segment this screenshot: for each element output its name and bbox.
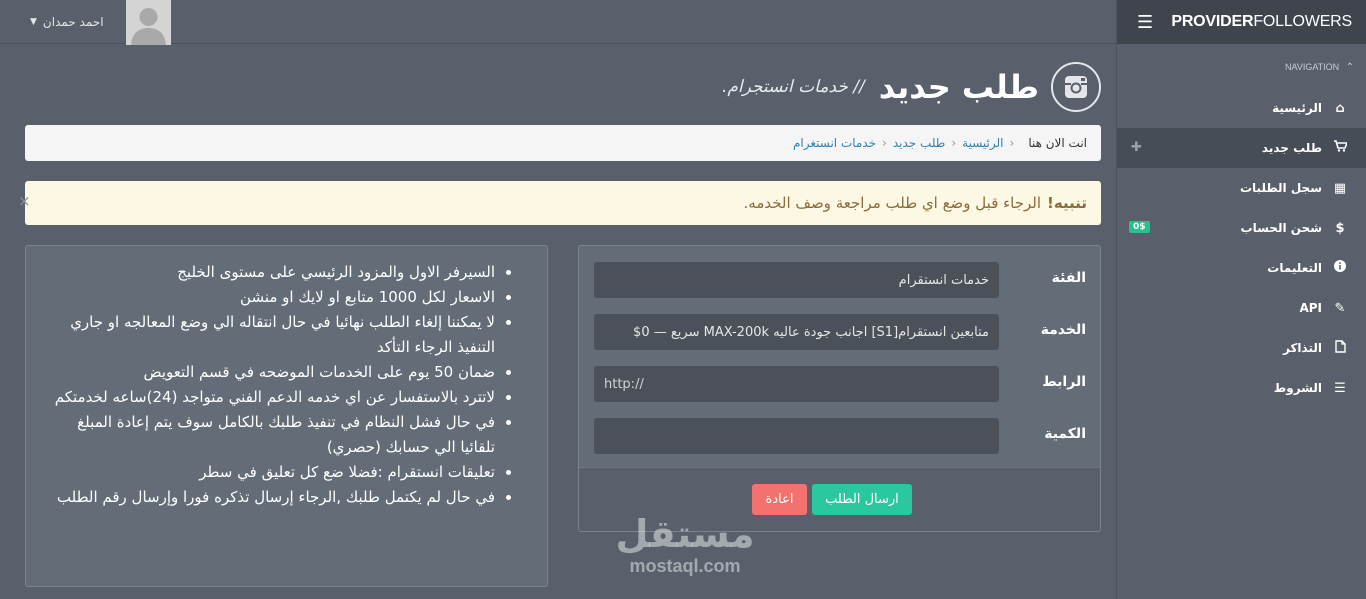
category-row: الفئة خدمات انستقرام [594, 262, 1086, 298]
quantity-label: الكمية [1044, 426, 1086, 442]
breadcrumb: انت الان هنا ‹ الرئيسية ‹ طلب جديد ‹ خدم… [25, 125, 1101, 161]
dollar-icon: $ [1335, 220, 1345, 236]
top-bar: ▼ احمد حمدان [0, 0, 1116, 45]
balance-badge: 0$ [1129, 221, 1150, 233]
sidebar-item-tickets[interactable]: التذاكر [1117, 328, 1366, 368]
info-icon [1332, 260, 1348, 276]
nav-section-title: NAVIGATION ⌃ [1285, 62, 1354, 73]
list-item: لاتترد بالاستفسار عن اي خدمه الدعم الفني… [46, 385, 495, 410]
sidebar-item-label: التذاكر [1282, 341, 1322, 355]
list-item: تعليقات انستقرام :فضلا ضع كل تعليق في سط… [46, 460, 495, 485]
page-title: طلب جديد [878, 68, 1039, 106]
sidebar-item-label: التعليمات [1267, 261, 1322, 275]
file-icon [1332, 339, 1348, 357]
sidebar-item-label: الشروط [1273, 381, 1322, 395]
breadcrumb-home[interactable]: الرئيسية [962, 136, 1003, 150]
breadcrumb-prefix: انت الان هنا [1028, 136, 1087, 150]
service-info-panel: السيرفر الاول والمزود الرئيسي على مستوى … [25, 245, 548, 587]
calendar-icon: ▦ [1333, 180, 1347, 196]
user-menu[interactable]: ▼ احمد حمدان [30, 0, 104, 44]
list-item: في حال فشل النظام في تنفيذ طلبك بالكامل … [46, 410, 495, 460]
chevron-left-icon: ‹ [882, 136, 887, 150]
brand-bar: ☰ PROVIDERFOLLOWERS [1117, 0, 1366, 44]
quantity-input[interactable] [594, 418, 999, 454]
category-select[interactable]: خدمات انستقرام [594, 262, 999, 298]
brand-logo[interactable]: PROVIDERFOLLOWERS [1171, 13, 1352, 31]
close-icon[interactable]: × [18, 192, 31, 210]
sidebar-item-label: طلب جديد [1261, 141, 1322, 155]
home-icon: ⌂ [1335, 100, 1345, 116]
cart-icon [1332, 140, 1348, 156]
user-name: احمد حمدان [42, 15, 104, 29]
hamburger-menu-icon[interactable]: ☰ [1137, 12, 1153, 33]
chevron-up-icon[interactable]: ⌃ [1346, 62, 1354, 73]
sidebar-item-label: API [1299, 301, 1322, 315]
quantity-row: الكمية [594, 418, 1086, 454]
chevron-left-icon: ‹ [1009, 136, 1015, 150]
page-header: طلب جديد // خدمات انستجرام. [722, 62, 1101, 112]
alert-strong: تنبيه! [1047, 194, 1087, 212]
service-select[interactable]: متابعين انستقرام[S1] اجانب جودة عاليه MA… [594, 314, 999, 350]
sidebar-item-terms[interactable]: الشروط ☰ [1117, 368, 1366, 408]
submit-order-button[interactable]: ارسال الطلب [812, 484, 912, 515]
link-label: الرابط [1042, 374, 1086, 390]
sidebar-item-home[interactable]: الرئيسية ⌂ [1117, 88, 1366, 128]
list-item: ضمان 50 يوم على الخدمات الموضحه في قسم ا… [46, 360, 495, 385]
service-label: الخدمة [1040, 322, 1086, 338]
sidebar-item-label: الرئيسية [1272, 101, 1322, 115]
breadcrumb-instagram[interactable]: خدمات انستغرام [793, 136, 876, 150]
service-row: الخدمة متابعين انستقرام[S1] اجانب جودة ع… [594, 314, 1086, 350]
sidebar-item-api[interactable]: API ✎ [1117, 288, 1366, 328]
sidebar-item-add-funds[interactable]: 0$ شحن الحساب $ [1117, 208, 1366, 248]
sidebar-item-label: سجل الطلبات [1239, 181, 1322, 195]
list-item: لا يمكننا إلغاء الطلب نهائيا في حال انتق… [46, 310, 495, 360]
breadcrumb-new-order[interactable]: طلب جديد [893, 136, 945, 150]
sidebar-item-new-order[interactable]: ✚ طلب جديد [1117, 128, 1366, 168]
alert-text: الرجاء قبل وضع اي طلب مراجعة وصف الخدمه. [743, 194, 1042, 212]
reset-button[interactable]: اعادة [752, 484, 807, 515]
page-subtitle: // خدمات انستجرام. [721, 77, 865, 97]
category-label: الفئة [1051, 270, 1086, 286]
warning-alert: تنبيه! الرجاء قبل وضع اي طلب مراجعة وصف … [25, 181, 1101, 225]
plus-icon[interactable]: ✚ [1131, 140, 1142, 155]
avatar[interactable] [126, 0, 171, 45]
list-item: السيرفر الاول والمزود الرئيسي على مستوى … [46, 260, 495, 285]
sidebar-item-instructions[interactable]: التعليمات [1117, 248, 1366, 288]
sidebar: ☰ PROVIDERFOLLOWERS NAVIGATION ⌃ الرئيسي… [1116, 0, 1366, 599]
list-icon: ☰ [1334, 380, 1346, 396]
watermark-latin: mostaql.com [629, 556, 741, 576]
link-row: الرابط [594, 366, 1086, 402]
caret-down-icon: ▼ [30, 17, 37, 27]
chevron-left-icon: ‹ [951, 136, 957, 150]
link-input[interactable] [594, 366, 999, 402]
user-silhouette-icon [126, 0, 171, 45]
order-form: الفئة خدمات انستقرام الخدمة متابعين انست… [578, 245, 1101, 532]
form-footer: ارسال الطلب اعادة [579, 467, 1100, 531]
info-list: السيرفر الاول والمزود الرئيسي على مستوى … [46, 260, 513, 510]
instagram-icon [1051, 62, 1101, 112]
magic-wand-icon: ✎ [1334, 300, 1346, 316]
list-item: في حال لم يكتمل طلبك ,الرجاء إرسال تذكره… [46, 485, 495, 510]
sidebar-item-label: شحن الحساب [1240, 221, 1322, 235]
sidebar-item-orders[interactable]: سجل الطلبات ▦ [1117, 168, 1366, 208]
list-item: الاسعار لكل 1000 متابع او لايك او منشن [46, 285, 495, 310]
